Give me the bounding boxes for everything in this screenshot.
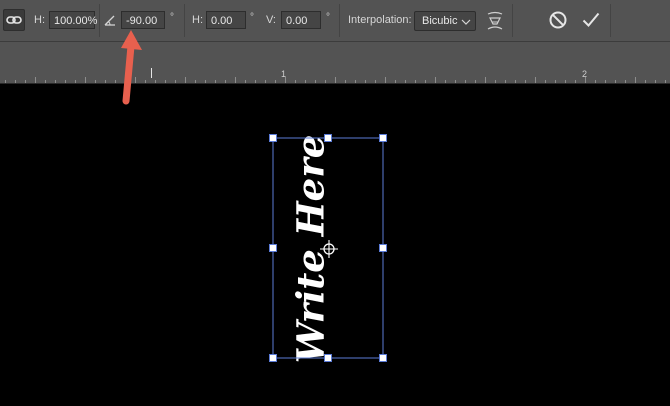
ruler-tick [595,80,596,83]
commit-icon[interactable] [581,10,601,30]
ruler-tick [625,80,626,83]
ruler-tick [355,80,356,83]
ruler-tick [325,80,326,83]
ruler-tick [545,80,546,83]
degree-symbol: ° [170,12,174,23]
ruler-tick [45,80,46,83]
panel-gap [0,42,670,67]
interpolation-value: Bicubic [422,15,458,27]
ruler-tick [315,80,316,83]
ruler-tick [615,80,616,83]
chevron-down-icon [461,19,471,25]
ruler-tick [195,80,196,83]
ruler-tick [115,80,116,83]
vertical-skew-field[interactable]: 0.00 [281,11,321,29]
ruler-tick [185,77,186,83]
ruler-tick [575,80,576,83]
divider [99,4,100,37]
ruler-tick [485,77,486,83]
ruler-tick [445,80,446,83]
ruler-tick [455,80,456,83]
ruler-tick [75,80,76,83]
ruler-tick [655,80,656,83]
ruler-tick [525,80,526,83]
ruler-tick [205,80,206,83]
ruler-label: 2 [582,69,588,79]
ruler-tick [375,80,376,83]
ruler-tick [35,77,36,83]
ruler-tick [405,80,406,83]
divider [339,4,340,37]
ruler-tick [475,80,476,83]
ruler-tick [395,80,396,83]
ruler-tick [295,80,296,83]
ruler-tick [155,80,156,83]
ruler-tick [665,80,666,83]
divider [512,4,513,37]
ruler-tick [345,80,346,83]
interpolation-label: Interpolation: [348,14,412,26]
ruler-tick [465,80,466,83]
ruler-tick [335,77,336,83]
ruler-tick [85,77,86,83]
ruler-tick [535,77,536,83]
cancel-icon[interactable] [548,10,568,30]
degree-symbol: ° [326,12,330,23]
height-label: H: [34,14,45,26]
height-percent-field[interactable]: 100.00% [49,11,97,29]
warp-icon[interactable] [485,10,505,32]
horizontal-skew-field[interactable]: 0.00 [206,11,246,29]
ruler-cursor-marker [151,68,152,78]
interpolation-select[interactable]: Bicubic [414,11,476,31]
horizontal-ruler[interactable]: 1 2 [0,67,670,84]
ruler-tick [125,80,126,83]
ruler-tick [105,80,106,83]
ruler-tick [435,77,436,83]
ruler-tick [15,80,16,83]
divider [184,4,185,37]
ruler-tick [365,80,366,83]
ruler-tick [645,80,646,83]
ruler-tick [635,77,636,83]
ruler-tick [605,80,606,83]
ruler-tick [415,80,416,83]
link-icon [6,16,22,24]
ruler-tick [385,77,386,83]
horizontal-skew-label: H: [192,14,203,26]
ruler-tick [145,80,146,83]
ruler-tick [65,80,66,83]
ruler-tick [275,80,276,83]
ruler-tick [165,80,166,83]
ruler-tick [135,77,136,83]
ruler-tick [425,80,426,83]
ruler-tick [565,80,566,83]
ruler-label: 1 [281,69,287,79]
ruler-tick [215,80,216,83]
rotate-angle-field[interactable]: -90.00 [121,11,165,29]
ruler-tick [255,80,256,83]
link-toggle-button[interactable] [3,9,25,31]
ruler-tick [55,80,56,83]
ruler-tick [265,80,266,83]
ruler-tick [175,80,176,83]
document-canvas[interactable] [0,84,670,406]
ruler-tick [5,80,6,83]
ruler-tick [235,77,236,83]
ruler-tick [305,80,306,83]
ruler-tick [225,80,226,83]
ruler-tick [515,80,516,83]
ruler-tick [555,80,556,83]
ruler-tick [25,80,26,83]
ruler-tick [95,80,96,83]
angle-icon [104,15,115,26]
divider [610,4,611,37]
vertical-skew-label: V: [266,14,276,26]
ruler-tick [495,80,496,83]
degree-symbol: ° [250,12,254,23]
options-bar: H: 100.00% -90.00 ° H: 0.00 ° V: 0.00 ° … [0,0,670,42]
ruler-tick [245,80,246,83]
ruler-tick [505,80,506,83]
